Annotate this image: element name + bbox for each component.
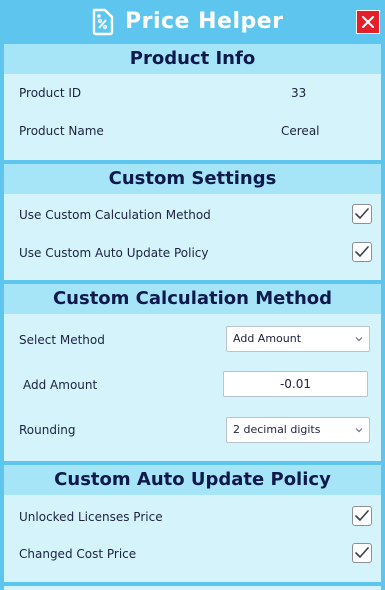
add-amount-input[interactable]: -0.01 — [223, 371, 368, 397]
product-id-value: 33 — [291, 86, 307, 100]
product-id-label: Product ID — [19, 86, 82, 100]
checkmark-icon — [355, 208, 369, 219]
section-header-custom-calculation: Custom Calculation Method — [4, 284, 381, 314]
section-divider — [4, 582, 381, 586]
use-custom-calculation-checkbox[interactable] — [352, 204, 372, 224]
use-custom-auto-update-checkbox[interactable] — [352, 242, 372, 262]
checkmark-icon — [355, 547, 369, 558]
main-panel: Product Info Product ID 33 Product Name … — [4, 44, 381, 590]
rounding-label: Rounding — [19, 423, 76, 437]
title-bar: Price Helper — [0, 0, 385, 44]
checkmark-icon — [355, 246, 369, 257]
price-tag-icon — [92, 8, 114, 36]
use-custom-calculation-label: Use Custom Calculation Method — [19, 208, 211, 222]
product-name-value: Cereal — [281, 124, 320, 138]
product-name-label: Product Name — [19, 124, 104, 138]
close-icon — [362, 16, 374, 28]
changed-cost-price-checkbox[interactable] — [352, 543, 372, 563]
unlocked-licenses-price-label: Unlocked Licenses Price — [19, 510, 163, 524]
changed-cost-price-label: Changed Cost Price — [19, 547, 137, 561]
checkmark-icon — [355, 510, 369, 521]
unlocked-licenses-price-checkbox[interactable] — [352, 506, 372, 526]
rounding-value: 2 decimal digits — [233, 423, 321, 436]
section-header-product-info: Product Info — [4, 44, 381, 74]
close-button[interactable] — [356, 10, 380, 34]
section-header-custom-settings: Custom Settings — [4, 164, 381, 194]
chevron-down-icon — [355, 428, 363, 433]
rounding-dropdown[interactable]: 2 decimal digits — [226, 417, 370, 443]
add-amount-label: Add Amount — [23, 378, 98, 392]
select-method-dropdown[interactable]: Add Amount — [226, 326, 370, 352]
use-custom-auto-update-label: Use Custom Auto Update Policy — [19, 246, 209, 260]
select-method-value: Add Amount — [233, 332, 302, 345]
section-header-custom-auto-update: Custom Auto Update Policy — [4, 465, 381, 495]
select-method-label: Select Method — [19, 333, 105, 347]
chevron-down-icon — [355, 337, 363, 342]
window-title: Price Helper — [125, 9, 284, 34]
